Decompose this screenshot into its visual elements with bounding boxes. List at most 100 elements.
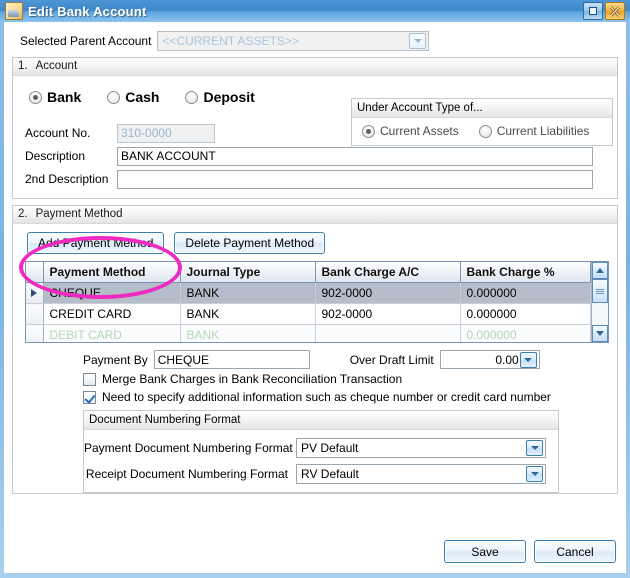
dialog-footer: Save Cancel [444,540,616,563]
cancel-button[interactable]: Cancel [534,540,616,563]
scroll-down-icon[interactable] [592,325,608,342]
cell-bank-charge-ac[interactable]: 902-0000 [315,303,461,325]
need-additional-info-checkbox[interactable] [83,390,96,404]
account-section-title: Account [35,60,78,72]
selected-parent-account-value: <<CURRENT ASSETS>> [162,34,299,48]
radio-current-liabilities-dot [478,124,492,138]
over-draft-limit-label: Over Draft Limit [349,352,434,367]
under-account-type-panel: Under Account Type of... Current Assets … [351,98,613,146]
cell-journal-type[interactable]: BANK [180,303,316,325]
chevron-down-icon[interactable] [519,351,537,368]
grid-vertical-scrollbar[interactable] [591,262,608,342]
payment-method-section-title: Payment Method [35,208,123,220]
radio-current-assets-dot [362,124,375,138]
grid-header-journal-type[interactable]: Journal Type [180,262,316,283]
row-indicator [26,282,44,304]
grid-header-row: Payment Method Journal Type Bank Charge … [26,262,591,283]
account-no-label: Account No. [25,126,91,140]
merge-bank-charges-label: Merge Bank Charges in Bank Reconciliatio… [102,372,403,386]
payment-document-numbering-value: PV Default [301,440,359,455]
radio-cash-label: Cash [125,89,160,105]
cell-payment-method[interactable]: CREDIT CARD [43,303,181,325]
document-numbering-format-title: Document Numbering Format [84,411,558,430]
description-row: Description [13,146,617,166]
payment-document-numbering-row: Payment Document Numbering Format PV Def… [84,437,548,458]
payment-method-grid-body: Payment Method Journal Type Bank Charge … [26,262,591,342]
cell-bank-charge-pct[interactable]: 0.000000 [460,303,591,325]
maximize-restore-button[interactable] [583,2,603,20]
grid-header-indicator [26,262,44,283]
account-no-input[interactable] [117,123,215,143]
payment-by-input[interactable] [153,350,310,369]
payment-method-section-number: 2. [18,208,28,220]
radio-current-liabilities-label: Current Liabilities [496,124,590,138]
scroll-up-icon[interactable] [592,262,608,279]
over-draft-limit-field[interactable]: 0.00 [439,350,540,369]
description-label: Description [25,149,86,163]
table-row[interactable]: CREDIT CARD BANK 902-0000 0.000000 [26,303,591,325]
add-payment-method-button[interactable]: Add Payment Method [27,232,165,254]
radio-current-assets[interactable]: Current Assets [362,124,459,138]
merge-bank-charges-checkbox[interactable] [83,372,96,386]
row-indicator [26,324,44,342]
close-icon[interactable] [605,2,625,20]
chevron-down-icon[interactable] [526,465,543,482]
radio-cash[interactable]: Cash [107,89,159,105]
cell-bank-charge-ac[interactable] [315,324,461,342]
second-description-label: 2nd Description [25,172,109,186]
cell-payment-method[interactable]: DEBIT CARD [43,324,181,342]
payment-by-label: Payment By [83,352,148,367]
receipt-document-numbering-combo[interactable]: RV Default [296,463,546,484]
under-account-type-title: Under Account Type of... [352,99,612,118]
payment-document-numbering-label: Payment Document Numbering Format [84,440,293,455]
cell-bank-charge-pct[interactable]: 0.000000 [460,324,591,342]
document-numbering-format-body: Payment Document Numbering Format PV Def… [84,430,558,492]
receipt-document-numbering-label: Receipt Document Numbering Format [85,466,288,481]
radio-deposit-dot [185,90,199,104]
row-indicator [26,303,44,325]
grid-header-payment-method[interactable]: Payment Method [43,262,181,283]
radio-deposit-label: Deposit [203,89,255,105]
receipt-document-numbering-row: Receipt Document Numbering Format RV Def… [84,463,548,484]
chevron-down-icon[interactable] [409,33,427,49]
scrollbar-track[interactable] [592,279,608,325]
radio-bank-dot [29,90,42,104]
payment-method-section-header: 2. Payment Method [13,206,617,224]
radio-current-liabilities[interactable]: Current Liabilities [478,124,590,138]
selected-parent-account-label: Selected Parent Account [20,34,152,48]
save-button[interactable]: Save [444,540,526,563]
second-description-input[interactable] [117,169,593,189]
document-numbering-format-panel: Document Numbering Format Payment Docume… [83,410,559,493]
chevron-down-icon[interactable] [526,439,543,456]
second-description-row: 2nd Description [13,169,617,189]
current-row-arrow-icon [31,289,38,297]
selected-parent-account-combo[interactable]: <<CURRENT ASSETS>> [157,31,430,51]
radio-deposit[interactable]: Deposit [185,89,255,105]
window-controls [583,2,628,20]
payment-document-numbering-combo[interactable]: PV Default [296,437,546,458]
cell-bank-charge-pct[interactable]: 0.000000 [460,282,591,304]
need-additional-info-checkbox-row[interactable]: Need to specify additional information s… [13,390,617,404]
merge-bank-charges-checkbox-row[interactable]: Merge Bank Charges in Bank Reconciliatio… [13,372,617,386]
cell-journal-type[interactable]: BANK [180,324,316,342]
grid-header-bank-charge-pct[interactable]: Bank Charge % [460,262,591,283]
cell-payment-method[interactable]: CHEQUE [43,282,181,304]
account-section-header: 1. Account [13,58,617,76]
grid-header-bank-charge-ac[interactable]: Bank Charge A/C [315,262,461,283]
title-bar: Edit Bank Account [0,0,630,22]
description-input[interactable] [117,146,593,166]
document-window-icon [5,2,23,20]
table-row[interactable]: CHEQUE BANK 902-0000 0.000000 [26,282,591,304]
dialog-client-area: Selected Parent Account <<CURRENT ASSETS… [4,22,626,573]
cell-bank-charge-ac[interactable]: 902-0000 [315,282,461,304]
radio-bank[interactable]: Bank [29,89,81,105]
payment-method-section: 2. Payment Method Add Payment Method Dele… [12,205,618,494]
scrollbar-thumb[interactable] [592,279,608,303]
selected-parent-account-row: Selected Parent Account <<CURRENT ASSETS… [20,30,618,52]
table-row[interactable]: DEBIT CARD BANK 0.000000 [26,324,591,342]
edit-bank-account-window: Edit Bank Account Selected Parent Accoun… [0,0,630,578]
account-section: 1. Account Bank Cash Deposit Under Accou… [12,57,618,199]
payment-method-grid[interactable]: Payment Method Journal Type Bank Charge … [25,261,609,343]
delete-payment-method-button[interactable]: Delete Payment Method [174,232,326,254]
cell-journal-type[interactable]: BANK [180,282,316,304]
